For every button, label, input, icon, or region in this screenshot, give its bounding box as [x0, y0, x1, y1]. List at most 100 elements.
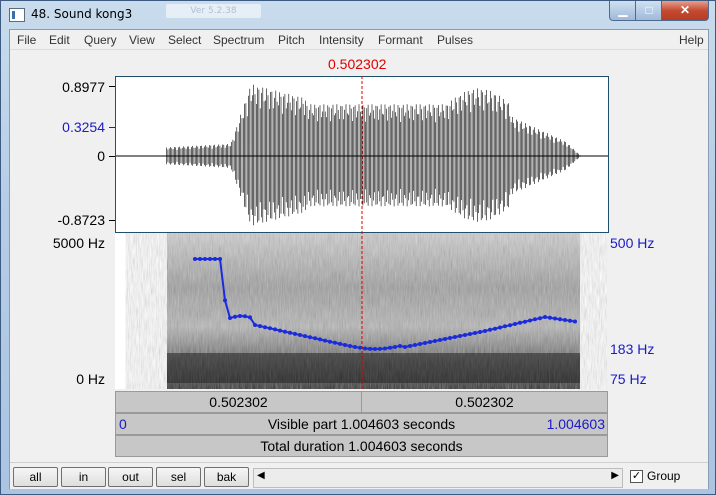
pitch-point [213, 257, 217, 261]
pitch-point [263, 325, 267, 330]
time-scrollbar[interactable]: ◀ ▶ [253, 468, 623, 488]
pitch-point [313, 336, 317, 341]
pitch-point [528, 318, 532, 323]
pitch-point [298, 333, 302, 337]
visible-part-text: Visible part 1.004603 seconds [267, 416, 456, 432]
pitch-point [323, 338, 327, 343]
pitch-point [398, 344, 402, 348]
spectrogram-bottom-freq-label: 0 Hz [76, 371, 105, 387]
pitch-point [198, 257, 202, 261]
pitch-point [203, 257, 207, 261]
pitch-point [223, 298, 227, 303]
menu-help[interactable]: Help [679, 33, 704, 47]
zoom-out-button[interactable]: out [108, 467, 153, 487]
pitch-point [468, 332, 472, 336]
zoom-selection-button[interactable]: sel [156, 467, 201, 487]
pitch-point [228, 316, 232, 320]
pitch-point [473, 331, 477, 335]
left-segment[interactable]: 0.502302 [116, 392, 362, 412]
menu-intensity[interactable]: Intensity [319, 33, 364, 47]
bottom-toolbar: all in out sel bak ◀ ▶ ✓ Group [10, 462, 708, 489]
pitch-point [408, 344, 412, 348]
pitch-bottom-label: 75 Hz [610, 371, 647, 387]
minimize-button[interactable]: ▁ [609, 1, 637, 21]
pitch-point [438, 338, 442, 342]
pitch-point [563, 318, 567, 322]
visible-part-bar[interactable]: 0 Visible part 1.004603 seconds 1.004603 [115, 413, 608, 435]
pitch-point [453, 335, 457, 339]
window-app-icon[interactable] [9, 8, 25, 22]
pitch-point [363, 346, 367, 351]
pitch-point [378, 346, 382, 351]
pitch-point [393, 345, 397, 349]
pitch-point [498, 325, 502, 330]
segment-bar[interactable]: 0.502302 0.502302 [115, 391, 608, 413]
menu-view[interactable]: View [129, 33, 155, 47]
pitch-point [488, 327, 492, 332]
scroll-left-arrow-icon[interactable]: ◀ [257, 470, 265, 481]
pitch-point [233, 314, 237, 319]
title-ghost-text: Ver 5.2.38 [166, 4, 261, 18]
pitch-point [493, 326, 497, 331]
pitch-cursor-label: 183 Hz [610, 341, 655, 357]
pitch-point [278, 328, 282, 333]
pitch-point [373, 347, 377, 351]
pitch-point [388, 345, 392, 350]
waveform-min-label: -0.8723 [57, 212, 105, 228]
pitch-point [418, 342, 422, 346]
pitch-point [433, 339, 437, 343]
waveform-zero-label: 0 [97, 148, 105, 164]
pitch-point [348, 344, 352, 348]
pitch-point [548, 315, 552, 320]
pitch-point [308, 335, 312, 340]
menu-query[interactable]: Query [84, 33, 117, 47]
pitch-point [303, 334, 307, 339]
maximize-button[interactable]: □ [635, 1, 663, 21]
pitch-point [513, 322, 517, 326]
pitch-point [218, 257, 222, 261]
cursor-time-label: 0.502302 [328, 56, 387, 72]
pitch-point [193, 257, 197, 261]
menu-formant[interactable]: Formant [378, 33, 423, 47]
total-duration-bar[interactable]: Total duration 1.004603 seconds [115, 435, 608, 457]
pitch-point [538, 316, 542, 321]
menu-file[interactable]: File [17, 33, 36, 47]
waveform-max-label: 0.8977 [62, 79, 105, 95]
pitch-point [518, 320, 522, 325]
zoom-back-button[interactable]: bak [204, 467, 249, 487]
waveform-trace [166, 84, 581, 226]
menu-pulses[interactable]: Pulses [437, 33, 473, 47]
pitch-point [338, 341, 342, 346]
pitch-point [353, 345, 357, 349]
pitch-point [268, 326, 272, 331]
close-button[interactable]: ✕ [661, 1, 709, 21]
title-bar[interactable]: 48. Sound kong3 Ver 5.2.38 ▁ □ ✕ [1, 1, 715, 29]
pitch-point [238, 314, 242, 318]
group-label: Group [647, 469, 681, 483]
group-checkbox[interactable]: ✓ [630, 470, 643, 483]
menu-pitch[interactable]: Pitch [278, 33, 305, 47]
cursor-line [361, 76, 363, 389]
menu-bar: File Edit Query View Select Spectrum Pit… [10, 30, 708, 50]
menu-spectrum[interactable]: Spectrum [213, 33, 264, 47]
window-title: 48. Sound kong3 [31, 7, 133, 21]
pitch-point [318, 337, 322, 342]
pitch-point [288, 330, 292, 335]
pitch-point [383, 346, 387, 351]
spectrogram-top-freq-label: 5000 Hz [52, 235, 105, 251]
pitch-point [293, 331, 297, 336]
pitch-top-label: 500 Hz [610, 235, 655, 251]
zoom-in-button[interactable]: in [61, 467, 106, 487]
pitch-point [413, 343, 417, 347]
pitch-point [248, 315, 252, 320]
pitch-point [553, 316, 557, 321]
right-segment[interactable]: 0.502302 [362, 392, 607, 412]
pitch-point [533, 317, 537, 322]
waveform-cursor-value-label: 0.3254 [62, 119, 105, 135]
pitch-point [543, 315, 547, 319]
zoom-all-button[interactable]: all [13, 467, 58, 487]
menu-select[interactable]: Select [168, 33, 201, 47]
scroll-right-arrow-icon[interactable]: ▶ [611, 470, 619, 481]
menu-edit[interactable]: Edit [49, 33, 70, 47]
pitch-point [343, 343, 347, 347]
